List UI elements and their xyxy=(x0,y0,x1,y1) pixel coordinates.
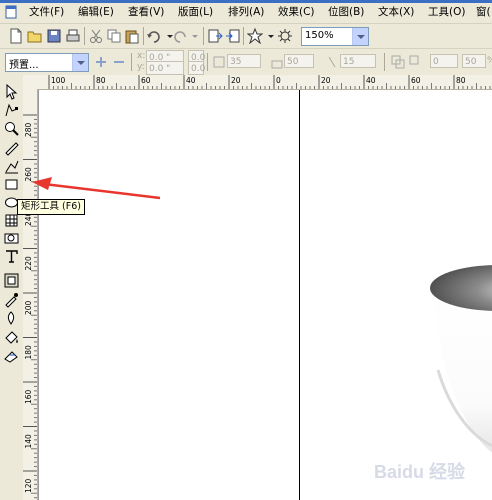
menu-bitmaps[interactable]: 位图(B) xyxy=(328,5,364,20)
menu-effects[interactable]: 效果(C) xyxy=(278,5,315,20)
toolbar-separator xyxy=(243,27,244,45)
skew-field[interactable]: 50 xyxy=(284,54,314,68)
height-field[interactable]: 0.0 " xyxy=(188,61,205,88)
paste-icon[interactable] xyxy=(124,28,140,44)
freehand-tool-icon[interactable] xyxy=(3,139,20,156)
padlock-icon xyxy=(271,60,283,69)
interactive-blend-tool-icon[interactable] xyxy=(3,272,20,289)
undo-icon[interactable] xyxy=(146,28,162,44)
percent-label: % xyxy=(487,56,492,66)
standard-toolbar: 150% xyxy=(0,23,492,49)
vruler-label: 120 xyxy=(24,478,33,493)
pick-tool-icon[interactable] xyxy=(3,83,20,100)
toolbar-separator xyxy=(143,27,144,45)
menu-layout[interactable]: 版面(L) xyxy=(178,5,213,20)
page-border xyxy=(38,90,39,500)
toolbox xyxy=(0,75,24,500)
menu-file[interactable]: 文件(F) xyxy=(29,5,64,20)
baidu-jingyan-watermark: Baidu 经验 xyxy=(374,461,466,482)
new-document-icon[interactable] xyxy=(8,28,24,44)
corner-rounding-icon xyxy=(213,56,225,68)
property-bar: 预置... x: 0.0 " y: 0.0 " 0.0 " 0.0 " 35 5… xyxy=(0,48,492,88)
title-bar-edge xyxy=(0,0,492,3)
add-preset-icon[interactable] xyxy=(93,54,109,70)
hruler-label: 0 xyxy=(276,76,281,85)
preset-value: 预置... xyxy=(9,60,39,71)
vruler-label: 160 xyxy=(24,389,33,404)
hruler-label: 40 xyxy=(366,76,376,85)
drawing-canvas[interactable] xyxy=(38,90,492,500)
rotation-field[interactable]: 35 xyxy=(227,54,261,68)
outline-tool-icon[interactable] xyxy=(3,310,20,327)
export-icon[interactable] xyxy=(225,28,241,44)
redo-icon[interactable] xyxy=(172,28,188,44)
y-label: y: xyxy=(137,62,145,72)
menu-text[interactable]: 文本(X) xyxy=(378,5,414,20)
eyedropper-tool-icon[interactable] xyxy=(3,291,20,308)
copy-icon[interactable] xyxy=(106,28,122,44)
to-back-icon xyxy=(409,55,419,65)
menu-edit[interactable]: 编辑(E) xyxy=(78,5,114,20)
angle-a-field[interactable]: 0 xyxy=(430,54,458,68)
vruler-label: 220 xyxy=(24,256,33,271)
hruler-label: 80 xyxy=(456,76,466,85)
fill-tool-icon[interactable] xyxy=(3,329,20,346)
shape-tool-icon[interactable] xyxy=(3,102,20,119)
redo-dropdown-icon[interactable] xyxy=(187,28,203,44)
zoom-tool-icon[interactable] xyxy=(3,120,20,137)
vruler-label: 280 xyxy=(24,122,33,137)
toolbar-separator xyxy=(131,53,132,71)
zoom-level-value: 150% xyxy=(305,30,334,41)
hruler-label: 20 xyxy=(321,76,331,85)
chevron-down-icon[interactable] xyxy=(72,54,88,71)
save-icon[interactable] xyxy=(46,28,62,44)
hruler-label: 60 xyxy=(141,76,151,85)
vruler-label: 200 xyxy=(24,300,33,315)
menu-arrange[interactable]: 排列(A) xyxy=(228,5,264,20)
to-front-icon xyxy=(391,55,405,69)
x-label: x: xyxy=(137,51,146,61)
remove-preset-icon[interactable] xyxy=(111,54,127,70)
smart-fill-tool-icon[interactable] xyxy=(3,158,20,175)
hruler-label: 60 xyxy=(411,76,421,85)
outline-width-field[interactable]: 15 xyxy=(340,54,376,68)
menu-view[interactable]: 查看(V) xyxy=(128,5,164,20)
watermark-text: Baidu 经验 xyxy=(374,461,466,482)
toolbar-separator xyxy=(84,27,85,45)
menu-bar: 文件(F) 编辑(E) 查看(V) 版面(L) 排列(A) 效果(C) 位图(B… xyxy=(0,0,492,23)
toolbar-separator xyxy=(207,53,208,71)
document-icon[interactable] xyxy=(5,5,18,19)
menu-tools[interactable]: 工具(O) xyxy=(428,5,465,20)
menu-window[interactable]: 窗( xyxy=(476,5,491,20)
vruler-label: 180 xyxy=(24,345,33,360)
hruler-label: 40 xyxy=(186,76,196,85)
open-folder-icon[interactable] xyxy=(27,28,43,44)
corel-online-icon[interactable] xyxy=(277,28,293,44)
vertical-ruler: 280260240220200180160140120 xyxy=(23,89,38,500)
interactive-fill-tool-icon[interactable] xyxy=(3,347,20,364)
toolbar-separator xyxy=(384,53,385,71)
angle-b-field[interactable]: 50 xyxy=(462,54,486,68)
print-icon[interactable] xyxy=(65,28,81,44)
hruler-label: 20 xyxy=(231,76,241,85)
page-guideline xyxy=(299,90,300,500)
hruler-label: 100 xyxy=(51,76,66,85)
cut-icon[interactable] xyxy=(88,28,104,44)
horizontal-ruler: 100 80 60 40 20 0 20 40 60 80 xyxy=(23,75,492,90)
chevron-down-icon[interactable] xyxy=(352,28,368,45)
vruler-label: 140 xyxy=(24,434,33,449)
wrap-text-icon xyxy=(328,56,336,68)
text-tool-icon[interactable] xyxy=(3,248,20,265)
basic-shapes-tool-icon[interactable] xyxy=(3,230,20,247)
toolbar-separator xyxy=(203,27,204,45)
hruler-label: 80 xyxy=(96,76,106,85)
preset-combo[interactable]: 预置... xyxy=(5,53,89,72)
application-launcher-icon[interactable] xyxy=(247,28,263,44)
rectangle-tool-icon[interactable] xyxy=(3,176,20,193)
y-position-field[interactable]: 0.0 " xyxy=(146,61,184,75)
annotation-arrow xyxy=(32,177,161,200)
zoom-level-combo[interactable]: 150% xyxy=(301,27,369,46)
import-icon[interactable] xyxy=(207,28,223,44)
